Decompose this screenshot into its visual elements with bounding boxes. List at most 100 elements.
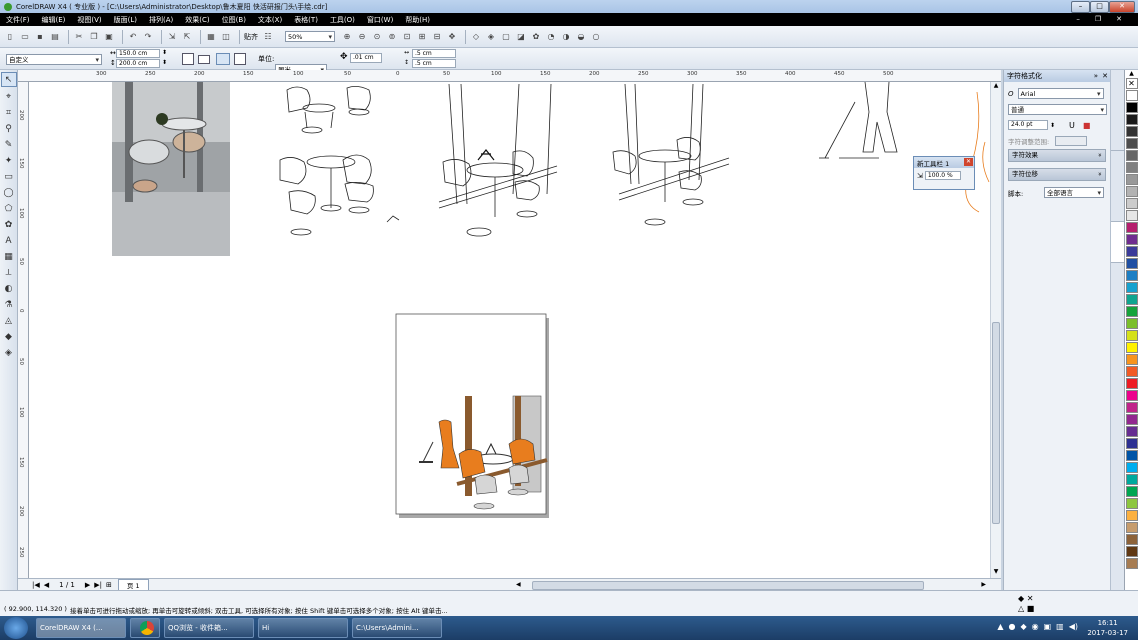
color-swatch[interactable] xyxy=(1125,474,1138,485)
script-combo[interactable]: 全部语言 xyxy=(1044,187,1104,198)
all-pages-button[interactable] xyxy=(216,53,230,65)
color-swatch[interactable] xyxy=(1125,522,1138,533)
save-icon[interactable]: ▪ xyxy=(34,31,46,43)
paste-icon[interactable]: ▣ xyxy=(103,31,115,43)
export-icon[interactable]: ⇱ xyxy=(181,31,193,43)
character-shift-section[interactable]: 字符位移 xyxy=(1008,168,1106,181)
snap-label[interactable]: 贴齐 xyxy=(244,32,258,42)
vertical-scroll-thumb[interactable] xyxy=(992,322,1000,524)
current-page-button[interactable] xyxy=(234,53,246,65)
tray-icon[interactable]: ▣ xyxy=(1044,622,1052,631)
copy-icon[interactable]: ❐ xyxy=(88,31,100,43)
open-icon[interactable]: ▭ xyxy=(19,31,31,43)
menu-arrange[interactable]: 排列(A) xyxy=(149,15,173,25)
freehand-tool-icon[interactable]: ✎ xyxy=(2,138,16,151)
pick-tool-icon[interactable]: ↖ xyxy=(0,72,17,87)
network-icon[interactable]: ▥ xyxy=(1056,622,1064,631)
color-swatch[interactable] xyxy=(1125,126,1138,137)
prev-page-icon[interactable]: ◀ xyxy=(44,581,49,589)
vertical-scrollbar[interactable]: ▲ ▼ xyxy=(990,82,1001,578)
color-swatch[interactable] xyxy=(1125,174,1138,185)
color-swatch[interactable] xyxy=(1125,498,1138,509)
paper-preset-combo[interactable]: 自定义 xyxy=(6,54,102,65)
new-icon[interactable]: ▯ xyxy=(4,31,16,43)
smart-fill-tool-icon[interactable]: ✦ xyxy=(2,154,16,167)
rectangle-tool-icon[interactable]: ▭ xyxy=(2,170,16,183)
taskbar-chrome[interactable] xyxy=(130,618,160,638)
first-page-icon[interactable]: |◀ xyxy=(32,581,40,589)
floating-toolbar[interactable]: 新工具栏 1 ✕ ⇲ 100.0 % xyxy=(913,156,975,190)
dimension-tool-icon[interactable]: ⟂ xyxy=(2,266,16,279)
taskbar-mail[interactable]: QQ浏览 - 收件箱... xyxy=(164,618,254,638)
color-swatch[interactable] xyxy=(1125,378,1138,389)
palette-up-icon[interactable]: ▲ xyxy=(1125,70,1138,78)
height-spinner-icon[interactable]: ⬍ xyxy=(162,59,167,66)
sketch-chairs-2[interactable] xyxy=(438,83,558,237)
color-swatch[interactable] xyxy=(1125,270,1138,281)
clock[interactable]: 16:11 2017-03-17 xyxy=(1087,618,1128,638)
floating-toolbar-close-icon[interactable]: ✕ xyxy=(964,158,973,166)
horizontal-scrollbar[interactable]: ◀ ▶ xyxy=(516,581,986,590)
tray-icon[interactable]: ◆ xyxy=(1020,622,1026,631)
docker-5-icon[interactable]: ◔ xyxy=(545,31,557,43)
docker-1-icon[interactable]: ◈ xyxy=(485,31,497,43)
color-swatch[interactable] xyxy=(1125,546,1138,557)
color-swatch[interactable] xyxy=(1125,234,1138,245)
color-swatch[interactable] xyxy=(1125,150,1138,161)
color-swatch[interactable] xyxy=(1125,294,1138,305)
tray-icon[interactable]: ▲ xyxy=(997,622,1003,631)
menu-view[interactable]: 视图(V) xyxy=(77,15,101,25)
color-swatch[interactable] xyxy=(1125,222,1138,233)
doc-minimize-icon[interactable]: – xyxy=(1076,15,1080,23)
color-swatch[interactable] xyxy=(1125,426,1138,437)
page-height-field[interactable]: 200.0 cm xyxy=(116,59,160,68)
minimize-button[interactable]: – xyxy=(1071,1,1090,13)
color-swatch[interactable] xyxy=(1125,318,1138,329)
color-swatch[interactable] xyxy=(1125,210,1138,221)
polygon-tool-icon[interactable]: ⬠ xyxy=(2,202,16,215)
duplicate-y-field[interactable]: .5 cm xyxy=(412,59,456,68)
zoom-height-icon[interactable]: ⊟ xyxy=(431,31,443,43)
menu-table[interactable]: 表格(T) xyxy=(294,15,318,25)
ellipse-tool-icon[interactable]: ◯ xyxy=(2,186,16,199)
color-swatch[interactable] xyxy=(1125,558,1138,569)
app-launcher-icon[interactable]: ▦ xyxy=(205,31,217,43)
taskbar-coreldraw[interactable]: CorelDRAW X4 (... xyxy=(36,618,126,638)
docker-7-icon[interactable]: ◒ xyxy=(575,31,587,43)
width-spinner-icon[interactable]: ⬍ xyxy=(162,49,167,56)
docker-expand-icon[interactable]: » xyxy=(1094,72,1098,80)
color-swatch[interactable] xyxy=(1125,402,1138,413)
landscape-button[interactable] xyxy=(198,55,210,64)
menu-window[interactable]: 窗口(W) xyxy=(367,15,393,25)
font-size-field[interactable]: 24.0 pt xyxy=(1008,120,1048,130)
docker-2-icon[interactable]: ▢ xyxy=(500,31,512,43)
fill-tool-icon[interactable]: ◆ xyxy=(2,330,16,343)
maximize-button[interactable]: □ xyxy=(1090,1,1109,13)
color-swatch[interactable] xyxy=(1125,510,1138,521)
page-frame[interactable] xyxy=(395,313,549,518)
zoom-selected-icon[interactable]: ⊙ xyxy=(371,31,383,43)
shape-tool-icon[interactable]: ⌖ xyxy=(2,90,16,103)
interactive-fill-tool-icon[interactable]: ◈ xyxy=(2,346,16,359)
table-tool-icon[interactable]: ▦ xyxy=(2,250,16,263)
zoom-tool-icon[interactable]: ⚲ xyxy=(2,122,16,135)
color-swatch[interactable] xyxy=(1125,450,1138,461)
welcome-icon[interactable]: ◇ xyxy=(470,31,482,43)
color-swatch[interactable] xyxy=(1125,258,1138,269)
docker-tab[interactable] xyxy=(1111,151,1124,222)
menu-effects[interactable]: 效果(C) xyxy=(185,15,209,25)
pan-icon[interactable]: ✥ xyxy=(446,31,458,43)
color-swatch[interactable] xyxy=(1125,366,1138,377)
add-page-icon[interactable]: ⊞ xyxy=(106,581,112,589)
range-field[interactable] xyxy=(1055,136,1088,146)
reference-photo[interactable] xyxy=(112,82,230,256)
sketch-chairs-1[interactable] xyxy=(279,86,400,236)
docker-tab[interactable] xyxy=(1111,80,1124,151)
drawing-canvas[interactable]: 新工具栏 1 ✕ ⇲ 100.0 % xyxy=(29,82,990,578)
start-button[interactable] xyxy=(4,617,28,639)
color-swatch[interactable] xyxy=(1125,114,1138,125)
outline-tool-icon[interactable]: ◬ xyxy=(2,314,16,327)
vertical-ruler[interactable]: 200 150 100 50 0 50 100 150 200 250 xyxy=(18,82,29,578)
interactive-blend-tool-icon[interactable]: ◐ xyxy=(2,282,16,295)
color-swatch[interactable] xyxy=(1125,342,1138,353)
